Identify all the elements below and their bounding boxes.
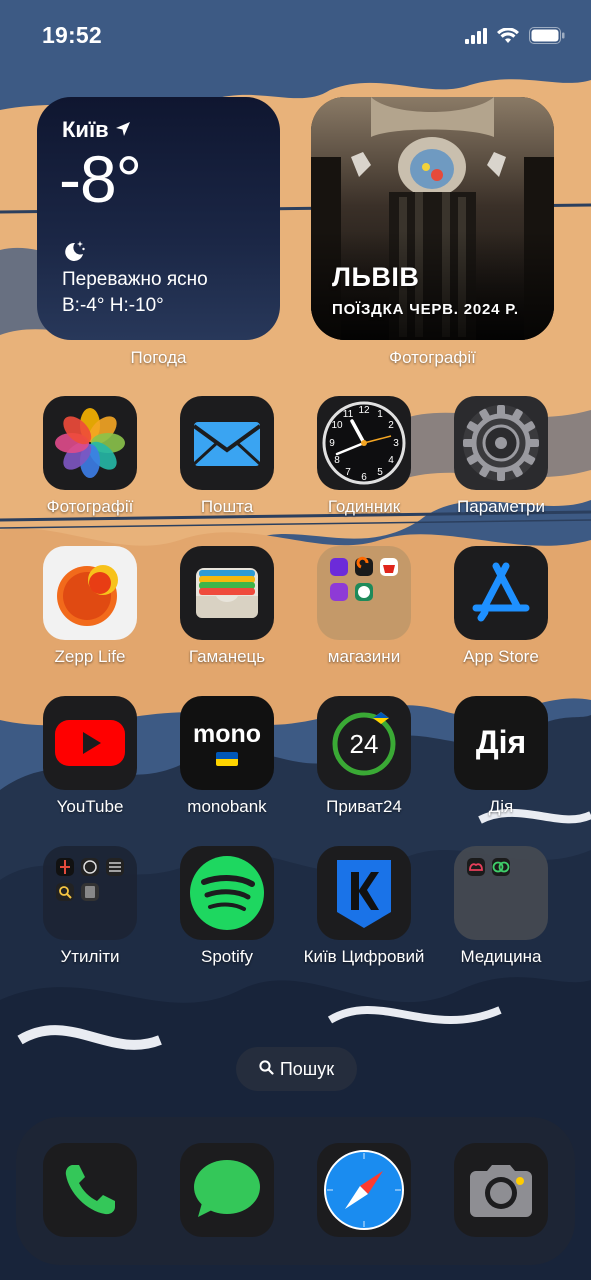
app-clock[interactable]: 12 1 2 345 678 9 10 11 Годинник [292, 396, 430, 526]
photos-widget-label: Фотографії [389, 348, 476, 367]
mail-envelope-icon [180, 396, 274, 490]
status-bar: 19:52 [0, 0, 591, 74]
battery-full-icon [529, 27, 565, 49]
app-store-icon [454, 546, 548, 640]
ukraine-flag-icon [216, 752, 238, 766]
app-label: Пошта [200, 497, 254, 516]
svg-text:1: 1 [377, 409, 383, 420]
svg-text:10: 10 [331, 420, 343, 431]
app-zepp-life[interactable]: Zepp Life [18, 546, 156, 676]
app-label: Дія [488, 797, 514, 816]
app-app-store[interactable]: App Store [429, 546, 567, 676]
diia-icon-text: Дія [475, 724, 527, 760]
app-label: Параметри [457, 497, 545, 516]
youtube-icon [43, 696, 137, 790]
dock-messages[interactable] [155, 1117, 293, 1247]
wifi-icon [497, 26, 519, 49]
photos-widget-subtitle: ПОЇЗДКА ЧЕРВ. 2024 Р. [332, 301, 519, 318]
weather-condition: Переважно ясно [62, 269, 208, 290]
app-label: Київ Цифровий [303, 947, 425, 966]
svg-text:4: 4 [388, 455, 394, 466]
folder-icon [317, 546, 411, 640]
svg-text:2: 2 [388, 420, 394, 431]
weather-city: Київ [62, 117, 131, 143]
app-wallet[interactable]: Гаманець [155, 546, 293, 676]
clock-icon: 12 1 2 345 678 9 10 11 [317, 396, 411, 490]
app-label: Утиліти [60, 947, 120, 966]
svg-text:6: 6 [361, 472, 367, 483]
app-settings[interactable]: Параметри [429, 396, 567, 526]
photos-flower-icon [43, 396, 137, 490]
app-label: Годинник [327, 497, 401, 516]
app-photos[interactable]: Фотографії [18, 396, 156, 526]
weather-range: В:-4° Н:-10° [62, 295, 164, 316]
dock-camera[interactable] [429, 1117, 567, 1247]
status-time: 19:52 [42, 22, 102, 48]
app-label: магазини [327, 647, 401, 666]
svg-text:9: 9 [329, 438, 335, 449]
search-icon [259, 1059, 274, 1080]
app-privat24[interactable]: 24 Приват24 [292, 696, 430, 826]
folder-utilities[interactable]: Утиліти [18, 846, 156, 976]
diia-icon: Дія [454, 696, 548, 790]
location-arrow-icon [115, 117, 131, 143]
weather-widget[interactable]: Київ -8° Переважно ясно В:-4° Н:-10° [37, 97, 280, 340]
app-youtube[interactable]: YouTube [18, 696, 156, 826]
messages-icon [180, 1143, 274, 1237]
camera-icon [454, 1143, 548, 1237]
zepp-life-icon [43, 546, 137, 640]
phone-icon [43, 1143, 137, 1237]
app-mail[interactable]: Пошта [155, 396, 293, 526]
moon-stars-icon [62, 239, 86, 268]
app-label: Гаманець [188, 647, 266, 666]
app-monobank[interactable]: mono monobank [155, 696, 293, 826]
dock-phone[interactable] [18, 1117, 156, 1247]
folder-icon [43, 846, 137, 940]
svg-text:12: 12 [358, 405, 370, 416]
svg-text:11: 11 [343, 409, 354, 420]
folder-stores[interactable]: магазини [292, 546, 430, 676]
app-label: Zepp Life [54, 647, 126, 666]
settings-gear-icon [454, 396, 548, 490]
app-label: App Store [463, 647, 539, 666]
monobank-icon-text: mono [192, 720, 262, 748]
app-label: Spotify [201, 947, 253, 966]
weather-city-label: Київ [62, 117, 109, 142]
svg-text:7: 7 [345, 467, 351, 478]
folder-medicine[interactable]: Медицина [429, 846, 567, 976]
app-label: Медицина [460, 947, 542, 966]
privat24-icon-text: 24 [349, 729, 379, 759]
kyiv-digital-icon [317, 846, 411, 940]
folder-icon [454, 846, 548, 940]
weather-widget-label: Погода [130, 348, 187, 367]
spotlight-search-button[interactable]: Пошук [236, 1047, 357, 1091]
svg-text:3: 3 [393, 438, 399, 449]
monobank-icon: mono [180, 696, 274, 790]
search-label: Пошук [279, 1058, 335, 1079]
svg-text:5: 5 [377, 467, 383, 478]
dock [16, 1117, 575, 1265]
app-spotify[interactable]: Spotify [155, 846, 293, 976]
spotify-icon [180, 846, 274, 940]
app-kyiv-digital[interactable]: Київ Цифровий [292, 846, 430, 976]
app-label: YouTube [56, 797, 124, 816]
svg-text:8: 8 [334, 455, 340, 466]
dock-safari[interactable] [292, 1117, 430, 1247]
weather-temperature: -8° [59, 142, 142, 216]
app-label: Приват24 [326, 797, 402, 816]
status-icons [465, 26, 565, 49]
safari-compass-icon [317, 1143, 411, 1237]
photos-widget[interactable]: ЛЬВІВ ПОЇЗДКА ЧЕРВ. 2024 Р. [311, 97, 554, 340]
app-label: monobank [187, 797, 267, 816]
app-label: Фотографії [46, 497, 134, 516]
wallet-icon [180, 546, 274, 640]
privat24-icon: 24 [317, 696, 411, 790]
app-diia[interactable]: Дія Дія [429, 696, 567, 826]
photos-widget-title: ЛЬВІВ [332, 262, 420, 292]
cellular-signal-icon [465, 27, 487, 49]
